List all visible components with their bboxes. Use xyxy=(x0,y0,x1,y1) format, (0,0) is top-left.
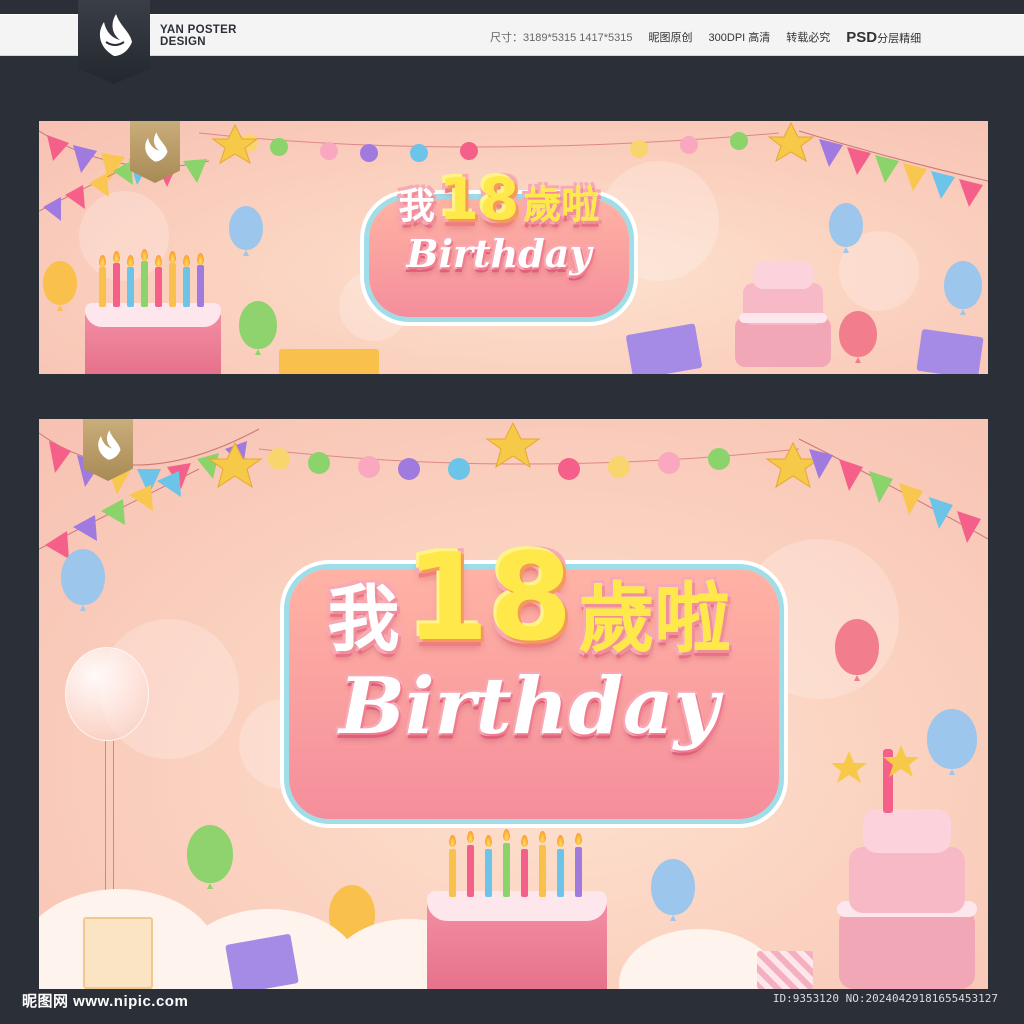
balloon xyxy=(187,825,233,883)
balloon xyxy=(829,203,863,247)
tiered-cake xyxy=(835,749,977,989)
copyright-label: 转载必究 xyxy=(786,32,831,44)
headline: 我 18 歲啦 Birthday xyxy=(249,539,809,751)
gift-box xyxy=(279,349,379,374)
balloon xyxy=(61,549,105,605)
title-number: 18 xyxy=(405,529,573,668)
dpi-label: 300DPI 高清 xyxy=(708,32,771,44)
title-cn-pre: 我 xyxy=(327,577,400,661)
clear-balloon xyxy=(65,647,149,741)
brand-logo xyxy=(78,0,150,84)
title-cn-post: 歲啦 xyxy=(523,183,600,227)
header-bar: YAN POSTER DESIGN 尺寸：3189*5315 1417*5315… xyxy=(0,14,1024,56)
balloon xyxy=(835,619,879,675)
balloon xyxy=(229,206,263,250)
balloon xyxy=(239,301,277,349)
psd-label: PSD分层精细 xyxy=(846,28,922,46)
brand-badge xyxy=(130,121,180,183)
image-id: ID:9353120 NO:20240429181655453127 xyxy=(772,992,998,1005)
wing-logo-icon xyxy=(145,132,168,162)
original-label: 昵图原创 xyxy=(648,32,693,44)
brand-badge xyxy=(83,419,133,481)
title-cn-post: 歲啦 xyxy=(578,574,731,663)
banner-large: 我 18 歲啦 Birthday xyxy=(39,419,988,989)
wing-logo-icon xyxy=(99,14,132,56)
brand-name: YAN POSTER DESIGN xyxy=(160,24,237,48)
wing-logo-icon xyxy=(98,430,121,460)
balloon xyxy=(651,859,695,915)
gift-box xyxy=(757,951,813,989)
title-cn-pre: 我 xyxy=(398,186,435,227)
balloon xyxy=(839,311,877,357)
star-decoration xyxy=(831,745,919,783)
gift-box xyxy=(916,328,984,374)
title-number: 18 xyxy=(438,165,520,233)
gift-box xyxy=(83,917,153,989)
headline: 我 18 歲啦 Birthday xyxy=(339,169,659,276)
site-watermark: 昵图网 www.nipic.com xyxy=(22,993,189,1010)
balloon xyxy=(43,261,77,305)
title-en: Birthday xyxy=(406,231,592,276)
balloon xyxy=(944,261,982,309)
title-en: Birthday xyxy=(339,661,719,752)
balloon xyxy=(927,709,977,769)
size-label: 尺寸：3189*5315 1417*5315 xyxy=(490,32,633,44)
banner-small: 我 18 歲啦 Birthday xyxy=(39,121,988,374)
gift-box xyxy=(625,323,703,374)
header-meta: 尺寸：3189*5315 1417*5315 昵图原创 300DPI 高清 转载… xyxy=(490,28,922,46)
tiered-cake xyxy=(735,257,831,367)
